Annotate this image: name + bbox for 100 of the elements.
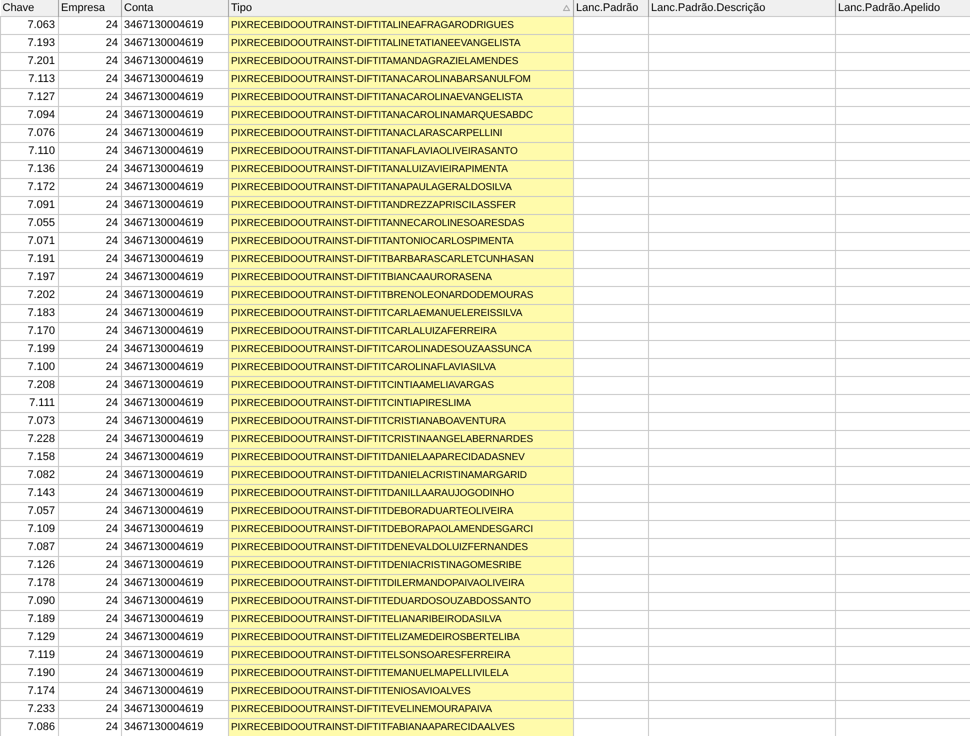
table-cell: 7.202 <box>0 286 58 304</box>
table-cell: 24 <box>58 52 122 70</box>
table-cell: 3467130004619 <box>122 178 228 196</box>
table-cell: 7.055 <box>0 214 58 232</box>
table-cell: PIXRECEBIDOOUTRAINST-DIFTITBIANCAAURORASENA <box>228 268 574 286</box>
table-cell: 3467130004619 <box>122 520 228 538</box>
table-cell: 7.228 <box>0 430 58 448</box>
table-cell: 3467130004619 <box>122 646 228 664</box>
table-cell: 7.143 <box>0 484 58 502</box>
table-cell: 3467130004619 <box>122 232 228 250</box>
table-cell: 24 <box>58 322 122 340</box>
table-cell: 7.136 <box>0 160 58 178</box>
table-cell: 24 <box>58 448 122 466</box>
table-cell: 7.111 <box>0 394 58 412</box>
table-cell: PIXRECEBIDOOUTRAINST-DIFTITDEBORAPAOLAMENDESGARCI <box>228 520 574 538</box>
table-cell: 7.193 <box>0 34 58 52</box>
table-cell: 3467130004619 <box>122 556 228 574</box>
table-cell: 3467130004619 <box>122 88 228 106</box>
table-cell: 24 <box>58 646 122 664</box>
table-cell: PIXRECEBIDOOUTRAINST-DIFTITEVELINEMOURAPAIVA <box>228 700 574 718</box>
table-cell: 3467130004619 <box>122 574 228 592</box>
column-header[interactable]: Chave <box>2 1 34 15</box>
table-cell: PIXRECEBIDOOUTRAINST-DIFTITANACAROLINABARSANULFOM <box>228 70 574 88</box>
table-cell: 3467130004619 <box>122 430 228 448</box>
table-cell: 24 <box>58 682 122 700</box>
table-cell: 7.076 <box>0 124 58 142</box>
table-cell: 3467130004619 <box>122 376 228 394</box>
table-cell: 7.127 <box>0 88 58 106</box>
table-cell: PIXRECEBIDOOUTRAINST-DIFTITANACLARASCARPELLINI <box>228 124 574 142</box>
table-cell: PIXRECEBIDOOUTRAINST-DIFTITANAFLAVIAOLIVEIRASANTO <box>228 142 574 160</box>
table-cell: 24 <box>58 538 122 556</box>
table-cell: PIXRECEBIDOOUTRAINST-DIFTITANACAROLINAEVANGELISTA <box>228 88 574 106</box>
table-cell: 3467130004619 <box>122 70 228 88</box>
table-cell: 24 <box>58 34 122 52</box>
table-cell: 7.110 <box>0 142 58 160</box>
table-cell: 7.174 <box>0 682 58 700</box>
table-cell: PIXRECEBIDOOUTRAINST-DIFTITCARLAEMANUELEREISSILVA <box>228 304 574 322</box>
table-cell: 3467130004619 <box>122 358 228 376</box>
table-cell: 24 <box>58 628 122 646</box>
table-cell: PIXRECEBIDOOUTRAINST-DIFTITBRENOLEONARDODEMOURAS <box>228 286 574 304</box>
column-header[interactable]: Lanc.Padrão.Apelido <box>838 1 940 15</box>
column-header[interactable]: Tipo <box>231 1 252 15</box>
table-cell: PIXRECEBIDOOUTRAINST-DIFTITDANIELAAPARECIDADASNEV <box>228 448 574 466</box>
table-cell: 7.191 <box>0 250 58 268</box>
table-cell: 24 <box>58 214 122 232</box>
table-cell: 7.100 <box>0 358 58 376</box>
table-cell: PIXRECEBIDOOUTRAINST-DIFTITBARBARASCARLETCUNHASAN <box>228 250 574 268</box>
table-cell: PIXRECEBIDOOUTRAINST-DIFTITANNECAROLINESOARESDAS <box>228 214 574 232</box>
table-cell: 3467130004619 <box>122 196 228 214</box>
table-cell: 7.063 <box>0 16 58 34</box>
table-cell: 7.183 <box>0 304 58 322</box>
table-cell: 7.199 <box>0 340 58 358</box>
table-cell: 7.091 <box>0 196 58 214</box>
table-cell: PIXRECEBIDOOUTRAINST-DIFTITCARLALUIZAFERREIRA <box>228 322 574 340</box>
table-cell: PIXRECEBIDOOUTRAINST-DIFTITDILERMANDOPAIVAOLIVEIRA <box>228 574 574 592</box>
table-cell: 7.086 <box>0 718 58 736</box>
table-cell: 7.090 <box>0 592 58 610</box>
table-cell: PIXRECEBIDOOUTRAINST-DIFTITALINEAFRAGARODRIGUES <box>228 16 574 34</box>
table-cell: 3467130004619 <box>122 700 228 718</box>
table-cell: 7.119 <box>0 646 58 664</box>
table-cell: 24 <box>58 286 122 304</box>
table-cell: PIXRECEBIDOOUTRAINST-DIFTITANTONIOCARLOSPIMENTA <box>228 232 574 250</box>
table-cell: 24 <box>58 232 122 250</box>
table-cell: PIXRECEBIDOOUTRAINST-DIFTITELIZAMEDEIROSBERTELIBA <box>228 628 574 646</box>
table-cell: 3467130004619 <box>122 322 228 340</box>
table-cell: 24 <box>58 610 122 628</box>
table-cell: 24 <box>58 412 122 430</box>
column-header[interactable]: Conta <box>124 1 154 15</box>
table-cell: 3467130004619 <box>122 160 228 178</box>
table-cell: 24 <box>58 16 122 34</box>
table-cell: 7.073 <box>0 412 58 430</box>
table-cell: 3467130004619 <box>122 664 228 682</box>
table-cell: 3467130004619 <box>122 592 228 610</box>
table-cell: PIXRECEBIDOOUTRAINST-DIFTITALINETATIANEEVANGELISTA <box>228 34 574 52</box>
table-cell: 24 <box>58 430 122 448</box>
column-header[interactable]: Empresa <box>61 1 106 15</box>
table-cell: 7.190 <box>0 664 58 682</box>
table-cell: 7.197 <box>0 268 58 286</box>
table-cell: 7.208 <box>0 376 58 394</box>
table-cell: PIXRECEBIDOOUTRAINST-DIFTITCAROLINAFLAVIASILVA <box>228 358 574 376</box>
table-cell: 24 <box>58 376 122 394</box>
table-cell: 3467130004619 <box>122 448 228 466</box>
table-cell: 3467130004619 <box>122 286 228 304</box>
table-cell: 24 <box>58 142 122 160</box>
table-cell: 3467130004619 <box>122 538 228 556</box>
table-cell: PIXRECEBIDOOUTRAINST-DIFTITDANIELACRISTINAMARGARID <box>228 466 574 484</box>
table-cell: 24 <box>58 178 122 196</box>
table-cell: 7.129 <box>0 628 58 646</box>
table-cell: 24 <box>58 160 122 178</box>
table-cell: 24 <box>58 520 122 538</box>
table-cell: 3467130004619 <box>122 106 228 124</box>
table-cell: 3467130004619 <box>122 124 228 142</box>
table-cell: 3467130004619 <box>122 610 228 628</box>
table-cell: PIXRECEBIDOOUTRAINST-DIFTITANAPAULAGERALDOSILVA <box>228 178 574 196</box>
table-cell: 3467130004619 <box>122 466 228 484</box>
table-cell: PIXRECEBIDOOUTRAINST-DIFTITENIOSAVIOALVES <box>228 682 574 700</box>
table-cell: 3467130004619 <box>122 484 228 502</box>
column-header[interactable]: Lanc.Padrão <box>576 1 638 15</box>
column-header[interactable]: Lanc.Padrão.Descrição <box>651 1 766 15</box>
table-cell: 7.233 <box>0 700 58 718</box>
